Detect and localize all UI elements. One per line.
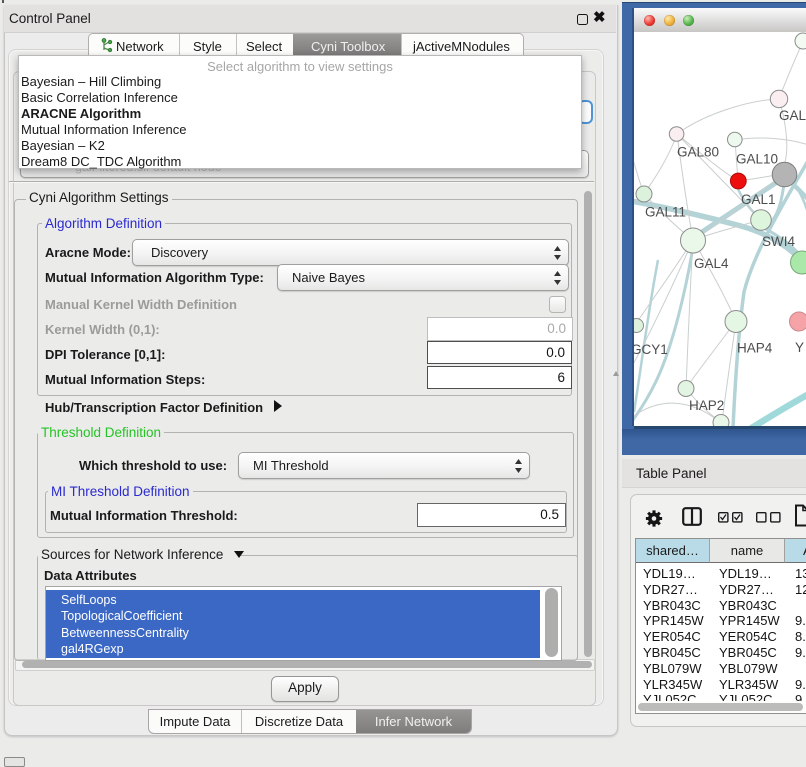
svg-text:HAP2: HAP2: [689, 398, 724, 413]
svg-text:HAP4: HAP4: [737, 341, 773, 356]
svg-text:GAL4: GAL4: [694, 256, 729, 271]
svg-text:GAL7: GAL7: [779, 108, 806, 123]
svg-text:GCY1: GCY1: [634, 342, 668, 357]
svg-text:Y: Y: [795, 340, 804, 355]
svg-text:GAL10: GAL10: [736, 152, 778, 167]
svg-text:GAL80: GAL80: [677, 145, 719, 160]
svg-text:SWI4: SWI4: [762, 234, 795, 249]
svg-text:GAL1: GAL1: [741, 192, 776, 207]
svg-text:GAL11: GAL11: [645, 205, 686, 220]
